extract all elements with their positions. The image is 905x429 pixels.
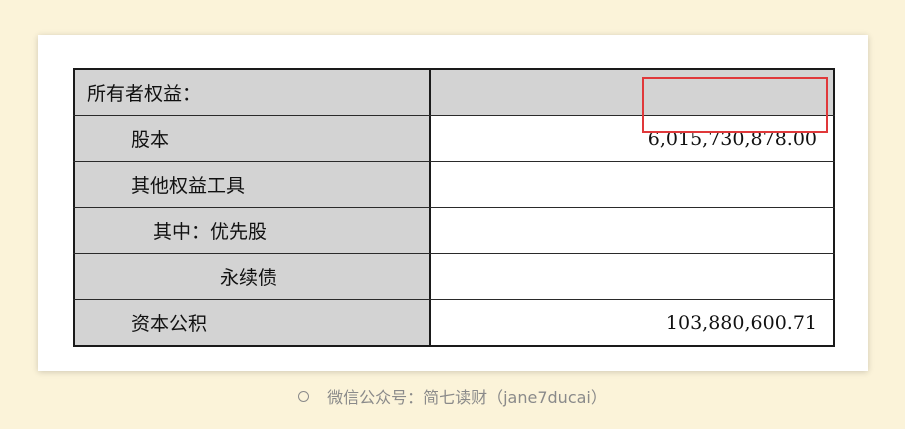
- table-row: 资本公积 103,880,600.71: [73, 300, 835, 345]
- row-label: 其中：优先股: [73, 208, 431, 253]
- table-row: 其他权益工具: [73, 162, 835, 208]
- row-label: 所有者权益：: [73, 70, 431, 115]
- row-label: 资本公积: [73, 300, 431, 345]
- circle-icon: [298, 390, 310, 402]
- row-label: 股本: [73, 116, 431, 161]
- document-card: 所有者权益： 股本 6,015,730,878.00 其他权益工具 其中：优先股…: [38, 35, 868, 371]
- table-row: 其中：优先股: [73, 208, 835, 254]
- row-value: [431, 208, 835, 253]
- caption-text: 微信公众号：简七读财（jane7ducai）: [327, 388, 607, 407]
- row-value: [431, 254, 835, 299]
- table-row: 永续债: [73, 254, 835, 300]
- row-label: 永续债: [73, 254, 431, 299]
- highlight-box: [642, 77, 828, 133]
- row-value: [431, 162, 835, 207]
- caption: 微信公众号：简七读财（jane7ducai）: [0, 384, 905, 408]
- row-label: 其他权益工具: [73, 162, 431, 207]
- row-value: 103,880,600.71: [431, 300, 835, 345]
